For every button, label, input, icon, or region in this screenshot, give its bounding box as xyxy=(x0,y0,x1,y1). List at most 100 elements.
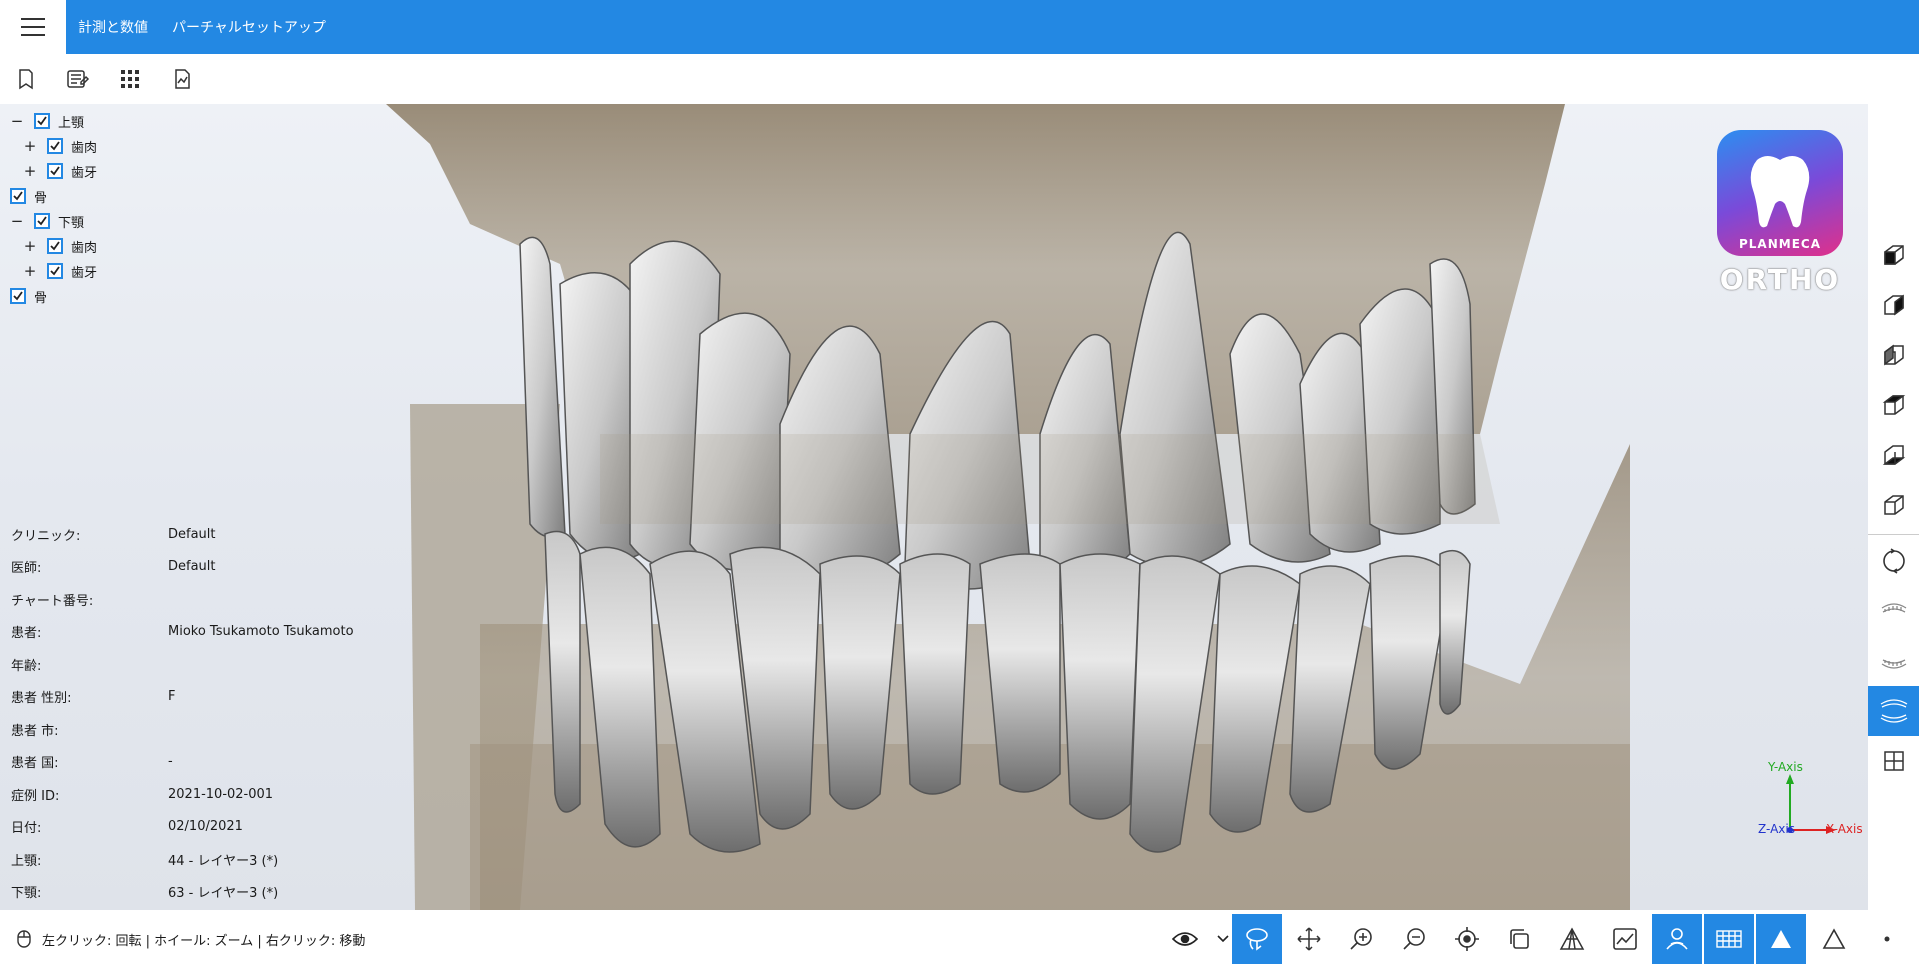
view-top-cube-icon[interactable] xyxy=(1868,380,1919,430)
logo-product-text: ORTHO xyxy=(1719,263,1841,296)
tree-item-label: 上顎 xyxy=(58,115,85,131)
info-row: 年齢: xyxy=(11,654,168,674)
upper-arch-icon[interactable] xyxy=(1868,586,1919,636)
expand-icon[interactable]: + xyxy=(23,237,37,255)
lower-arch-icon[interactable] xyxy=(1868,636,1919,686)
tree-item[interactable]: + 歯牙 xyxy=(23,260,97,282)
info-key: 患者 性別: xyxy=(11,691,72,706)
info-row: 症例 ID: 2021-10-02-001 xyxy=(11,784,273,804)
info-row: チャート番号: xyxy=(11,589,168,609)
info-value: Default xyxy=(168,559,216,574)
tree-item-label: 歯牙 xyxy=(71,165,98,181)
info-key: 日付: xyxy=(11,821,42,836)
view-panel xyxy=(1868,104,1919,910)
info-key: 上顎: xyxy=(11,853,42,869)
tree-checkbox[interactable] xyxy=(47,138,63,154)
keyboard-grid-icon[interactable] xyxy=(1704,914,1754,964)
tree-item[interactable]: + 歯肉 xyxy=(23,235,97,257)
info-value: 63 - レイヤー3 (*) xyxy=(168,886,279,901)
3d-viewport[interactable]: PLANMECA ORTHO Y-Axis Z-Axis X-Axis xyxy=(0,104,1868,910)
collapse-icon[interactable]: − xyxy=(10,212,24,230)
panel-separator xyxy=(1868,534,1919,535)
rotate-view-icon[interactable] xyxy=(1868,536,1919,586)
top-bar: 計測と数値 パーチャルセットアップ xyxy=(0,0,1919,54)
mouse-hint: 左クリック: 回転 | ホイール: ズーム | 右クリック: 移動 xyxy=(16,910,365,968)
info-key: 患者 国: xyxy=(11,756,59,771)
tree-item[interactable]: − 下顎 xyxy=(10,210,84,232)
tree-checkbox[interactable] xyxy=(10,288,26,304)
check-icon xyxy=(50,141,60,151)
view-front-cube-icon[interactable] xyxy=(1868,230,1919,280)
tree-item[interactable]: 骨 xyxy=(10,185,47,207)
layout-grid-icon[interactable] xyxy=(1868,736,1919,786)
info-key: 年齢: xyxy=(11,658,42,674)
grid-icon[interactable] xyxy=(116,65,144,93)
tree-item[interactable]: 骨 xyxy=(10,285,47,307)
check-icon xyxy=(37,116,47,126)
toolbar xyxy=(0,54,1919,104)
tree-item-label: 骨 xyxy=(34,190,48,206)
wireframe-triangle-icon[interactable] xyxy=(1547,914,1597,964)
info-row: 患者 性別: F xyxy=(11,687,175,707)
tree-item-label: 下顎 xyxy=(58,215,85,231)
tree-checkbox[interactable] xyxy=(34,113,50,129)
hamburger-menu-icon[interactable] xyxy=(0,0,66,54)
view-back-cube-icon[interactable] xyxy=(1868,480,1919,530)
view-bottom-cube-icon[interactable] xyxy=(1868,430,1919,480)
menu-item-virtual-setup[interactable]: パーチャルセットアップ xyxy=(160,0,338,54)
info-row: 上顎: 44 - レイヤー3 (*) xyxy=(11,849,278,869)
lasso-rotate-icon[interactable] xyxy=(1232,914,1282,964)
zoom-out-icon[interactable] xyxy=(1390,914,1440,964)
info-key: 下顎: xyxy=(11,886,42,901)
center-target-icon[interactable] xyxy=(1442,914,1492,964)
bookmark-icon[interactable] xyxy=(12,65,40,93)
visibility-eye-icon[interactable] xyxy=(1165,914,1205,964)
info-row: 患者 市: xyxy=(11,719,168,739)
solid-triangle-icon[interactable] xyxy=(1756,914,1806,964)
expand-icon[interactable]: + xyxy=(23,262,37,280)
tree-checkbox[interactable] xyxy=(47,263,63,279)
z-axis-label: Z-Axis xyxy=(1758,822,1795,836)
logo-brand-text: PLANMECA xyxy=(1738,237,1821,251)
collapse-icon[interactable]: − xyxy=(10,112,24,130)
bottom-bar: 左クリック: 回転 | ホイール: ズーム | 右クリック: 移動 xyxy=(0,910,1919,968)
info-value: Default xyxy=(168,526,216,542)
info-key: チャート番号: xyxy=(11,593,94,609)
info-row: 日付: 02/10/2021 xyxy=(11,817,243,837)
expand-icon[interactable]: + xyxy=(23,137,37,155)
info-row: 下顎: 63 - レイヤー3 (*) xyxy=(11,882,278,902)
info-key: 医師: xyxy=(11,561,42,576)
both-arches-icon[interactable] xyxy=(1868,686,1919,736)
tree-checkbox[interactable] xyxy=(34,213,50,229)
dot-icon[interactable] xyxy=(1862,914,1912,964)
tree-checkbox[interactable] xyxy=(47,163,63,179)
notes-icon[interactable] xyxy=(64,65,92,93)
menu-item-measurements[interactable]: 計測と数値 xyxy=(66,0,160,54)
info-row: 患者 国: - xyxy=(11,752,173,772)
tree-checkbox[interactable] xyxy=(10,188,26,204)
report-icon[interactable] xyxy=(168,65,196,93)
tree-item[interactable]: + 歯牙 xyxy=(23,160,97,182)
tree-checkbox[interactable] xyxy=(47,238,63,254)
info-value: F xyxy=(168,689,176,704)
info-value: - xyxy=(168,754,173,769)
tree-item-label: 歯牙 xyxy=(71,265,98,281)
chart-graph-icon[interactable] xyxy=(1600,914,1650,964)
info-value: 44 - レイヤー3 (*) xyxy=(168,853,279,869)
expand-icon[interactable]: + xyxy=(23,162,37,180)
outline-triangle-icon[interactable] xyxy=(1809,914,1859,964)
tree-item-label: 歯肉 xyxy=(71,240,98,256)
view-right-cube-icon[interactable] xyxy=(1868,280,1919,330)
patient-profile-icon[interactable] xyxy=(1652,914,1702,964)
pan-move-icon[interactable] xyxy=(1284,914,1334,964)
y-axis-label: Y-Axis xyxy=(1768,760,1803,774)
view-left-cube-icon[interactable] xyxy=(1868,330,1919,380)
info-row: 医師: Default xyxy=(11,557,216,577)
mouse-hint-text: 左クリック: 回転 | ホイール: ズーム | 右クリック: 移動 xyxy=(42,933,366,949)
tree-item[interactable]: − 上顎 xyxy=(10,110,84,132)
check-icon xyxy=(50,166,60,176)
tree-item[interactable]: + 歯肉 xyxy=(23,135,97,157)
zoom-in-icon[interactable] xyxy=(1337,914,1387,964)
copy-layers-icon[interactable] xyxy=(1494,914,1544,964)
dental-3d-model[interactable] xyxy=(0,104,1868,910)
